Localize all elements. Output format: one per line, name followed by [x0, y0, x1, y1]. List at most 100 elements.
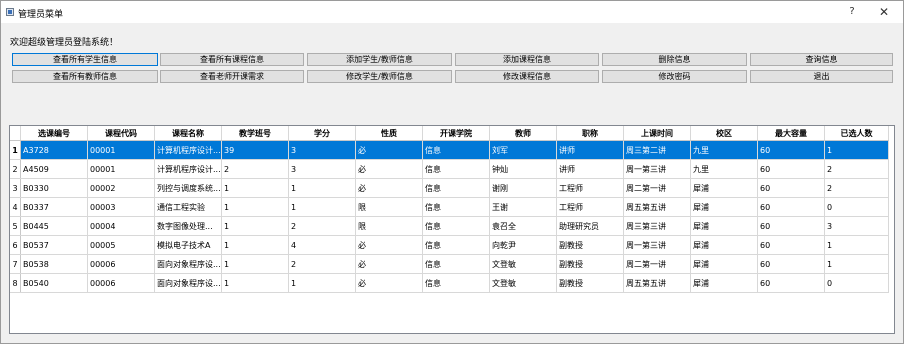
table-cell[interactable]: 1: [288, 273, 356, 293]
table-cell[interactable]: 2: [221, 159, 289, 179]
table-cell[interactable]: 60: [757, 197, 825, 217]
table-cell[interactable]: 1: [221, 235, 289, 255]
table-cell[interactable]: 3: [824, 216, 889, 236]
table-cell[interactable]: 犀浦: [690, 216, 758, 236]
table-cell[interactable]: 通信工程实验: [154, 197, 222, 217]
column-header[interactable]: 职称: [556, 126, 624, 141]
row-number[interactable]: 5: [10, 216, 21, 236]
delete-info-button[interactable]: 删除信息: [602, 53, 747, 66]
table-cell[interactable]: 60: [757, 273, 825, 293]
table-cell[interactable]: A3728: [20, 140, 88, 160]
table-cell[interactable]: 副教授: [556, 235, 624, 255]
table-cell[interactable]: 60: [757, 216, 825, 236]
table-cell[interactable]: A4509: [20, 159, 88, 179]
table-cell[interactable]: B0540: [20, 273, 88, 293]
table-cell[interactable]: 周一第三讲: [623, 159, 691, 179]
table-cell[interactable]: 必: [355, 159, 423, 179]
table-cell[interactable]: 2: [824, 178, 889, 198]
table-cell[interactable]: 模拟电子技术A: [154, 235, 222, 255]
table-cell[interactable]: 39: [221, 140, 289, 160]
table-cell[interactable]: 1: [288, 197, 356, 217]
column-header[interactable]: 学分: [288, 126, 356, 141]
column-header[interactable]: 最大容量: [757, 126, 825, 141]
table-cell[interactable]: 1: [221, 178, 289, 198]
row-number[interactable]: 1: [10, 140, 21, 160]
table-cell[interactable]: 4: [288, 235, 356, 255]
table-cell[interactable]: 王谢: [489, 197, 557, 217]
table-cell[interactable]: 60: [757, 159, 825, 179]
table-cell[interactable]: 工程师: [556, 197, 624, 217]
table-cell[interactable]: 钟灿: [489, 159, 557, 179]
table-row[interactable]: 6 B0537 00005 模拟电子技术A 1 4 必信息 向乾尹 副教授 周一第三讲 犀浦 60 1: [10, 235, 889, 255]
table-row[interactable]: 7 B0538 00006 面向对象程序设... 1 2 必信息 文登敏 副教授 周二第一讲 犀浦 6…: [10, 254, 889, 274]
table-cell[interactable]: B0537: [20, 235, 88, 255]
column-header[interactable]: 性质: [355, 126, 423, 141]
table-cell[interactable]: 向乾尹: [489, 235, 557, 255]
table-cell[interactable]: 周五第五讲: [623, 197, 691, 217]
table-cell[interactable]: 文登敏: [489, 254, 557, 274]
table-cell[interactable]: 1: [824, 235, 889, 255]
table-cell[interactable]: 助理研究员: [556, 216, 624, 236]
table-cell[interactable]: 数字图像处理...: [154, 216, 222, 236]
help-button[interactable]: ?: [843, 5, 861, 19]
table-cell[interactable]: 00001: [87, 159, 155, 179]
table-cell[interactable]: 2: [288, 254, 356, 274]
table-cell[interactable]: 0: [824, 273, 889, 293]
table-cell[interactable]: 周五第五讲: [623, 273, 691, 293]
course-table[interactable]: 选课编号 课程代码 课程名称 教学班号 学分 性质 开课学院 教师 职称 上课时间 校区 最大容量 已选…: [9, 125, 895, 334]
table-cell[interactable]: 副教授: [556, 273, 624, 293]
table-cell[interactable]: 1: [288, 178, 356, 198]
table-cell[interactable]: 00004: [87, 216, 155, 236]
table-row[interactable]: 3 B0330 00002 列控与调度系统... 1 1 必信息 谢刚 工程师 周二第一讲 犀浦 60…: [10, 178, 889, 198]
table-cell[interactable]: 周三第三讲: [623, 216, 691, 236]
table-cell[interactable]: 信息: [422, 235, 490, 255]
exit-button[interactable]: 退出: [750, 70, 893, 83]
table-cell[interactable]: 限: [355, 197, 423, 217]
view-all-courses-button[interactable]: 查看所有课程信息: [160, 53, 304, 66]
column-header[interactable]: 教师: [489, 126, 557, 141]
table-cell[interactable]: 信息: [422, 216, 490, 236]
view-all-students-button[interactable]: 查看所有学生信息: [12, 53, 158, 66]
row-number[interactable]: 4: [10, 197, 21, 217]
table-cell[interactable]: 必: [355, 235, 423, 255]
table-cell[interactable]: 3: [288, 140, 356, 160]
table-cell[interactable]: 信息: [422, 197, 490, 217]
table-cell[interactable]: 信息: [422, 178, 490, 198]
table-cell[interactable]: 1: [221, 254, 289, 274]
table-cell[interactable]: 信息: [422, 254, 490, 274]
column-header[interactable]: 课程名称: [154, 126, 222, 141]
table-cell[interactable]: 60: [757, 178, 825, 198]
table-cell[interactable]: 周一第三讲: [623, 235, 691, 255]
table-row[interactable]: 1 A3728 00001 计算机程序设计... 39 3 必信息 刘军 讲师 周三第二讲 九里 60…: [10, 140, 889, 160]
table-cell[interactable]: 00003: [87, 197, 155, 217]
column-header[interactable]: 已选人数: [824, 126, 889, 141]
table-cell[interactable]: 1: [221, 216, 289, 236]
view-course-requests-button[interactable]: 查看老师开课需求: [160, 70, 304, 83]
table-cell[interactable]: 限: [355, 216, 423, 236]
table-cell[interactable]: 列控与调度系统...: [154, 178, 222, 198]
view-all-teachers-button[interactable]: 查看所有教师信息: [12, 70, 158, 83]
table-row[interactable]: 5 B0445 00004 数字图像处理... 1 2 限信息 袁召全 助理研究员 周三第三讲 犀浦…: [10, 216, 889, 236]
column-header[interactable]: 教学班号: [221, 126, 289, 141]
table-row[interactable]: 2 A4509 00001 计算机程序设计... 2 3 必信息 钟灿 讲师 周一第三讲 九里 60 2: [10, 159, 889, 179]
add-course-button[interactable]: 添加课程信息: [455, 53, 599, 66]
table-cell[interactable]: 周三第二讲: [623, 140, 691, 160]
table-cell[interactable]: 信息: [422, 273, 490, 293]
table-cell[interactable]: 犀浦: [690, 273, 758, 293]
table-cell[interactable]: 谢刚: [489, 178, 557, 198]
table-cell[interactable]: B0337: [20, 197, 88, 217]
add-student-teacher-button[interactable]: 添加学生/教师信息: [307, 53, 452, 66]
table-cell[interactable]: 60: [757, 254, 825, 274]
table-cell[interactable]: 讲师: [556, 159, 624, 179]
column-header[interactable]: 校区: [690, 126, 758, 141]
table-cell[interactable]: B0538: [20, 254, 88, 274]
table-cell[interactable]: 犀浦: [690, 254, 758, 274]
table-cell[interactable]: 副教授: [556, 254, 624, 274]
table-cell[interactable]: 信息: [422, 159, 490, 179]
table-cell[interactable]: 讲师: [556, 140, 624, 160]
table-cell[interactable]: 计算机程序设计...: [154, 159, 222, 179]
table-cell[interactable]: 00005: [87, 235, 155, 255]
table-cell[interactable]: 00006: [87, 273, 155, 293]
table-cell[interactable]: 2: [288, 216, 356, 236]
row-number[interactable]: 2: [10, 159, 21, 179]
